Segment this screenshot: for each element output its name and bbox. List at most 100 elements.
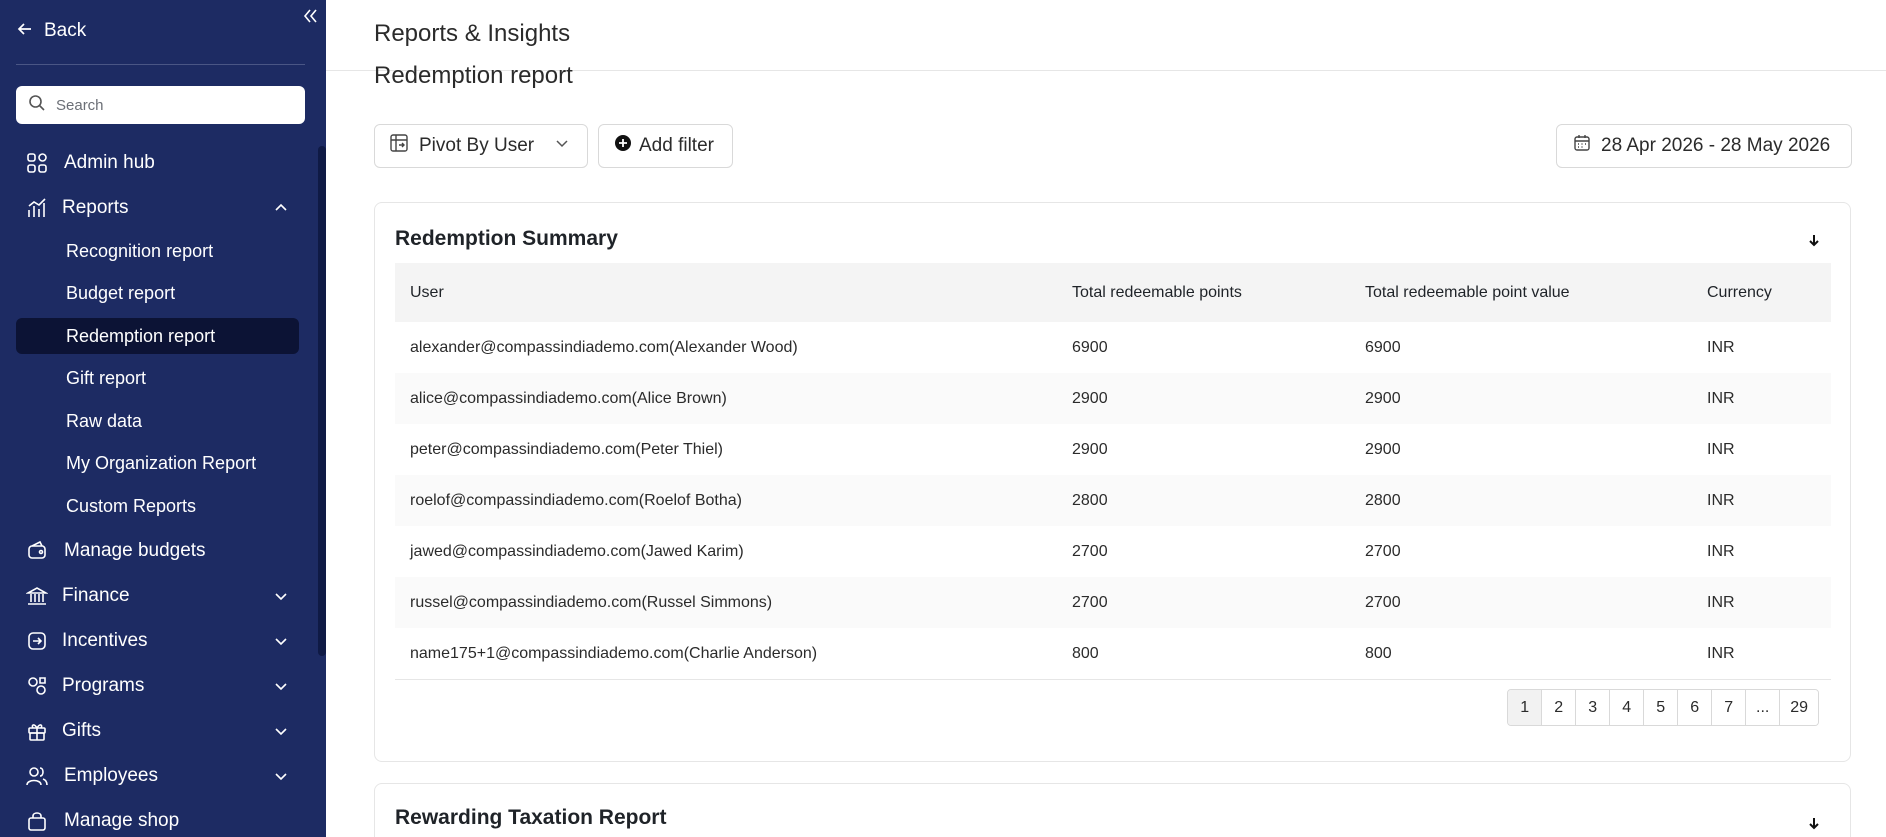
column-header: User	[410, 283, 444, 301]
shop-icon	[26, 810, 48, 832]
sidebar-item-reports[interactable]: Reports	[16, 190, 299, 226]
currency-cell: INR	[1707, 542, 1735, 560]
chevron-down-icon[interactable]	[273, 678, 289, 694]
sidebar-item-manage-budgets[interactable]: Manage budgets	[16, 533, 299, 569]
arrow-left-icon	[16, 20, 34, 43]
chevron-down-icon[interactable]	[273, 588, 289, 604]
points-cell: 2900	[1072, 440, 1108, 458]
point-value-cell: 2900	[1365, 389, 1401, 407]
sidebar-item-label: Custom Reports	[66, 495, 197, 516]
user-cell: russel@compassindiademo.com(Russel Simmo…	[410, 593, 773, 611]
sidebar-item-recognition-report[interactable]: Recognition report	[16, 233, 299, 269]
points-cell: 2800	[1072, 491, 1108, 509]
page-button-4[interactable]: 4	[1610, 690, 1645, 725]
table-header: User Total redeemable points Total redee…	[395, 263, 1831, 322]
table-row: alice@compassindiademo.com(Alice Brown) …	[395, 373, 1831, 424]
chevron-down-icon[interactable]	[273, 633, 289, 649]
collapse-sidebar-icon[interactable]	[300, 6, 320, 26]
page-button-2[interactable]: 2	[1542, 690, 1577, 725]
taxation-report-card: Rewarding Taxation Report	[374, 783, 1851, 837]
points-cell: 2700	[1072, 542, 1108, 560]
sidebar-item-custom-reports[interactable]: Custom Reports	[16, 488, 299, 524]
sidebar-item-incentives[interactable]: Incentives	[16, 623, 299, 659]
table-row: name175+1@compassindiademo.com(Charlie A…	[395, 628, 1831, 679]
chevron-down-icon[interactable]	[273, 768, 289, 784]
page-button-3[interactable]: 3	[1576, 690, 1611, 725]
back-label: Back	[44, 20, 87, 41]
card-title: Redemption Summary	[395, 227, 618, 250]
bank-icon	[26, 585, 48, 607]
sidebar-item-gift-report[interactable]: Gift report	[16, 360, 299, 396]
chart-icon	[26, 197, 48, 219]
table-bottom-border	[395, 679, 1831, 680]
top-bar: Reports & Insights	[326, 0, 1886, 71]
search-input[interactable]	[54, 95, 298, 115]
chevron-down-icon	[554, 135, 570, 157]
user-cell: alexander@compassindiademo.com(Alexander…	[410, 338, 798, 356]
sidebar-search	[16, 86, 305, 124]
section-heading-text: Redemption report	[374, 62, 573, 89]
page-button-6[interactable]: 6	[1678, 690, 1713, 725]
sidebar-item-budget-report[interactable]: Budget report	[16, 275, 299, 311]
sidebar-scrollbar[interactable]	[318, 146, 326, 656]
point-value-cell: 2800	[1365, 491, 1401, 509]
sidebar-item-label: Admin hub	[64, 152, 155, 173]
sidebar-item-admin-hub[interactable]: Admin hub	[16, 145, 299, 181]
sidebar-item-redemption-report[interactable]: Redemption report	[16, 318, 299, 354]
table-row: roelof@compassindiademo.com(Roelof Botha…	[395, 475, 1831, 526]
main-content: Reports & Insights Redemption report Piv…	[326, 0, 1886, 837]
page-button-1[interactable]: 1	[1508, 690, 1543, 725]
sidebar-item-label: Recognition report	[66, 240, 214, 261]
pagination: 1 2 3 4 5 6 7 ... 29	[1507, 689, 1819, 726]
table-row: russel@compassindiademo.com(Russel Simmo…	[395, 577, 1831, 628]
column-header: Currency	[1707, 283, 1772, 301]
redemption-summary-card: Redemption Summary User Total redeemable…	[374, 202, 1851, 762]
currency-cell: INR	[1707, 389, 1735, 407]
pivot-table-icon	[389, 133, 409, 159]
sidebar-item-raw-data[interactable]: Raw data	[16, 403, 299, 439]
back-button[interactable]: Back	[16, 16, 86, 46]
page-button-7[interactable]: 7	[1712, 690, 1747, 725]
chevron-down-icon[interactable]	[273, 723, 289, 739]
sidebar: Back Admin hub Reports Recognition repor…	[0, 0, 326, 837]
sidebar-item-label: Raw data	[66, 410, 143, 431]
sidebar-item-manage-shop[interactable]: Manage shop	[16, 803, 299, 837]
sidebar-item-programs[interactable]: Programs	[16, 668, 299, 704]
points-cell: 6900	[1072, 338, 1108, 356]
sidebar-item-label: Employees	[64, 765, 158, 786]
user-cell: alice@compassindiademo.com(Alice Brown)	[410, 389, 727, 407]
currency-cell: INR	[1707, 491, 1735, 509]
gift-icon	[26, 720, 48, 742]
pivot-by-label: Pivot By User	[419, 135, 535, 156]
point-value-cell: 2700	[1365, 593, 1401, 611]
page-title: Reports & Insights	[374, 20, 571, 47]
date-range-picker[interactable]: 28 Apr 2026 - 28 May 2026	[1556, 124, 1852, 168]
page-button-29[interactable]: 29	[1780, 690, 1818, 725]
incentive-icon	[26, 630, 48, 652]
sidebar-item-finance[interactable]: Finance	[16, 578, 299, 614]
add-filter-label: Add filter	[639, 135, 714, 156]
chevron-up-icon[interactable]	[273, 200, 289, 216]
sidebar-item-my-organization-report[interactable]: My Organization Report	[16, 445, 299, 481]
search-icon	[28, 94, 46, 117]
download-icon[interactable]	[1806, 814, 1822, 834]
plus-circle-icon	[614, 134, 632, 158]
sidebar-divider	[16, 64, 305, 65]
point-value-cell: 6900	[1365, 338, 1401, 356]
column-header: Total redeemable point value	[1365, 283, 1570, 301]
sidebar-item-employees[interactable]: Employees	[16, 758, 299, 794]
sidebar-item-label: Gifts	[62, 720, 102, 741]
sidebar-item-label: Programs	[62, 675, 145, 696]
pivot-by-dropdown[interactable]: Pivot By User	[374, 124, 588, 168]
page-button-5[interactable]: 5	[1644, 690, 1679, 725]
sidebar-item-label: Manage shop	[64, 810, 180, 831]
point-value-cell: 800	[1365, 644, 1392, 662]
user-cell: roelof@compassindiademo.com(Roelof Botha…	[410, 491, 742, 509]
table-row: jawed@compassindiademo.com(Jawed Karim) …	[395, 526, 1831, 577]
section-heading: Redemption report	[374, 62, 573, 92]
sidebar-item-label: Reports	[62, 197, 129, 218]
page-ellipsis[interactable]: ...	[1746, 690, 1781, 725]
sidebar-item-gifts[interactable]: Gifts	[16, 713, 299, 749]
download-icon[interactable]	[1806, 231, 1822, 251]
add-filter-button[interactable]: Add filter	[598, 124, 733, 168]
